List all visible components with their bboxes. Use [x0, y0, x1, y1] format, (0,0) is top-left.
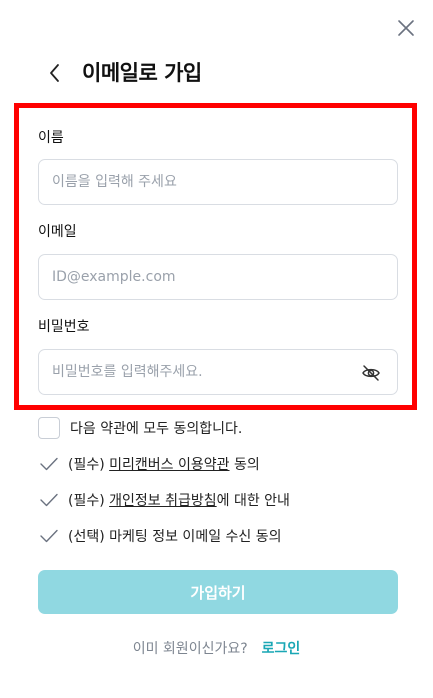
agree-all-checkbox[interactable]: 다음 약관에 모두 동의합니다. — [38, 416, 242, 440]
terms-of-use-link[interactable]: 미리캔버스 이용약관 — [109, 454, 229, 474]
term-suffix: 동의 — [229, 457, 260, 473]
privacy-policy-link[interactable]: 개인정보 취급방침 — [109, 490, 217, 510]
name-label: 이름 — [38, 130, 64, 146]
page-title: 이메일로 가입 — [82, 61, 202, 85]
password-input[interactable] — [39, 350, 397, 394]
term-row-terms-of-use[interactable]: (필수) 미리캔버스 이용약관 동의 — [38, 453, 260, 475]
password-label: 비밀번호 — [38, 319, 90, 335]
back-button[interactable] — [44, 60, 66, 86]
eye-off-icon[interactable] — [361, 363, 381, 383]
close-button[interactable] — [394, 16, 418, 40]
check-icon — [40, 457, 58, 471]
close-icon — [398, 20, 414, 36]
checkbox-box[interactable] — [38, 417, 60, 439]
name-input[interactable] — [39, 160, 397, 204]
term-prefix: (필수) — [68, 493, 110, 509]
agree-all-label: 다음 약관에 모두 동의합니다. — [70, 421, 243, 437]
term-row-privacy-policy[interactable]: (필수) 개인정보 취급방침 에 대한 안내 — [38, 489, 290, 511]
login-prompt: 이미 회원이신가요? 로그인 — [0, 636, 433, 660]
term-row-marketing-email[interactable]: (선택) 마케팅 정보 이메일 수신 동의 — [38, 525, 282, 547]
email-input[interactable] — [39, 255, 397, 299]
check-icon — [40, 493, 58, 507]
email-field-wrapper — [38, 254, 398, 300]
email-label: 이메일 — [38, 224, 77, 240]
chevron-left-icon — [50, 64, 59, 82]
already-member-text: 이미 회원이신가요? — [132, 641, 248, 657]
term-suffix: 에 대한 안내 — [216, 493, 290, 509]
signup-button[interactable]: 가입하기 — [38, 570, 398, 614]
check-icon — [40, 529, 58, 543]
name-field-wrapper — [38, 159, 398, 205]
login-link[interactable]: 로그인 — [262, 638, 301, 658]
term-label: (선택) 마케팅 정보 이메일 수신 동의 — [68, 529, 282, 545]
password-field-wrapper — [38, 349, 398, 395]
term-prefix: (필수) — [68, 457, 110, 473]
